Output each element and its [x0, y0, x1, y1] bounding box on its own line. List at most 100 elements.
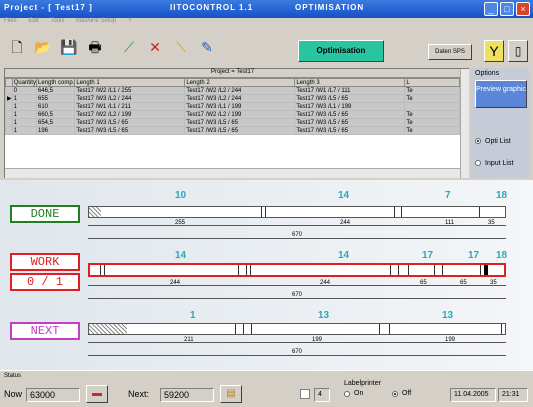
delete-cut-icon[interactable]: ✕	[144, 36, 166, 58]
work-dim-1: 244	[170, 280, 181, 286]
menu-files[interactable]: Files	[4, 18, 17, 24]
maximize-icon[interactable]: □	[500, 2, 514, 16]
done-num-1: 10	[175, 190, 187, 201]
grid-project-title: Project = Test17	[5, 69, 460, 78]
close-icon[interactable]: ×	[516, 2, 530, 16]
next-dim-2: 199	[312, 337, 323, 343]
print-icon[interactable]: 🖶	[84, 36, 106, 58]
work-num-4: 17	[468, 250, 480, 261]
next-bar	[88, 323, 506, 335]
labelprinter-label: Labelprinter	[344, 380, 381, 387]
next-dim-1: 211	[184, 337, 194, 343]
done-label: DONE	[10, 205, 80, 223]
profile-icon[interactable]: ⟍	[170, 36, 192, 58]
done-dim-2: 244	[340, 220, 351, 226]
next-total: 670	[292, 349, 303, 355]
time-value: 21:31	[498, 388, 528, 402]
on-label: On	[354, 390, 364, 397]
next-label: NEXT	[10, 322, 80, 340]
minimize-icon[interactable]: _	[484, 2, 498, 16]
app-name: IITOCONTROL 1.1	[170, 3, 254, 12]
done-num-4: 18	[496, 190, 508, 201]
new-file-icon[interactable]: 🗋	[6, 36, 28, 58]
optimisation-button[interactable]: Optimisation	[298, 40, 384, 62]
table-row[interactable]: 0 646,5 Test17 /W2 /L1 / 255 Test17 /W2 /L2…	[5, 86, 460, 95]
input-list-radio[interactable]	[475, 160, 481, 166]
opti-list-label: Opti List	[485, 138, 511, 145]
off-label: Off	[402, 390, 412, 397]
work-num-5: 18	[496, 250, 508, 261]
daten-sps-button[interactable]: Daten SPS	[428, 44, 472, 60]
done-total: 670	[292, 232, 303, 238]
edit-profile-icon[interactable]: ✎	[196, 36, 218, 58]
table-row[interactable]: 1 654,5 Test17 /W3 /L5 / 65 Test17 /W3 /L5 …	[5, 118, 460, 127]
work-num-3: 17	[422, 250, 434, 261]
options-title: Options	[475, 70, 500, 77]
table-row[interactable]: 1 660,5 Test17 /W2 /L2 / 199 Test17 /W2 /L2…	[5, 110, 460, 119]
cutting-graphic-area: DONE 10 14 7 18 255 244 111 35 670 WORK …	[0, 180, 533, 370]
done-num-2: 14	[338, 190, 350, 201]
menu-tools[interactable]: Tools	[50, 18, 64, 24]
done-dim-3: 111	[445, 220, 455, 226]
work-dim-4: 65	[460, 280, 467, 286]
table-header: Quantity Length comp. Length 1 Length 2 …	[5, 78, 460, 87]
status-bar: Status Now 63000 ▬ Next: 59200 ▤ 4 Label…	[0, 370, 533, 407]
work-counter: 0 / 1	[10, 273, 80, 291]
work-dim-3: 65	[420, 280, 427, 286]
col-quantity: Quantity	[11, 78, 37, 87]
cut-table: Quantity Length comp. Length 1 Length 2 …	[5, 78, 460, 135]
exit-icon[interactable]: ▯	[508, 40, 528, 62]
filter-icon[interactable]: Y	[484, 40, 504, 62]
saw-next-icon[interactable]: ▤	[220, 385, 242, 403]
next-num-3: 13	[442, 310, 454, 321]
printer-on-radio[interactable]	[344, 391, 350, 397]
table-row[interactable]: 1 196 Test17 /W3 /L5 / 65 Test17 /W3 /L5 / …	[5, 126, 460, 135]
horizontal-scrollbar[interactable]	[5, 168, 460, 178]
open-folder-icon[interactable]: 📂	[32, 36, 54, 58]
work-num-2: 14	[338, 250, 350, 261]
work-bar	[88, 263, 506, 277]
now-label: Now	[4, 389, 23, 399]
project-grid: Project = Test17 Quantity Length comp. L…	[4, 68, 469, 178]
menu-edit[interactable]: Edit	[28, 18, 38, 24]
table-row[interactable]: ▶ 1 655 Test17 /W3 /L2 / 244 Test17 /W3 /L2 …	[5, 94, 460, 103]
preview-graphic-button[interactable]: Preview graphic	[475, 80, 527, 108]
next-num-1: 1	[190, 310, 196, 321]
save-icon[interactable]: 💾	[58, 36, 80, 58]
work-total: 670	[292, 292, 303, 298]
input-list-label: Input List	[485, 160, 514, 167]
window-title: Project - [ Test17 ]	[4, 3, 93, 12]
col-length2: Length 2	[184, 78, 296, 87]
vertical-scrollbar[interactable]	[460, 69, 469, 178]
now-value: 63000	[26, 388, 80, 402]
table-row[interactable]: 1 610 Test17 /W1 /L1 / 211 Test17 /W3 /L1 /…	[5, 102, 460, 111]
next-status-label: Next:	[128, 389, 150, 399]
title-bar: Project - [ Test17 ] IITOCONTROL 1.1 OPT…	[0, 0, 533, 18]
count-checkbox[interactable]	[300, 389, 310, 399]
menu-machine-setup[interactable]: Machine Setup	[76, 18, 116, 24]
col-l: L	[404, 78, 460, 87]
mode-name: OPTIMISATION	[295, 3, 365, 12]
saw-icon[interactable]: ⟋	[118, 36, 140, 58]
work-dim-5: 35	[490, 280, 497, 286]
done-dim-4: 35	[488, 220, 495, 226]
work-label: WORK	[10, 253, 80, 271]
opti-list-radio[interactable]	[475, 138, 481, 144]
menu-help[interactable]: ?	[128, 18, 131, 24]
next-dim-3: 199	[445, 337, 456, 343]
work-num-1: 14	[175, 250, 187, 261]
col-length-comp: Length comp.	[35, 78, 76, 87]
col-length1: Length 1	[74, 78, 186, 87]
next-value: 59200	[160, 388, 214, 402]
col-length3: Length 3	[294, 78, 406, 87]
toolbar: 🗋 📂 💾 🖶 ⟋ ✕ ⟍ ✎ Optimisation Daten SPS Y…	[0, 28, 533, 66]
done-bar	[88, 206, 506, 218]
saw-now-icon[interactable]: ▬	[86, 385, 108, 403]
next-num-2: 13	[318, 310, 330, 321]
date-value: 11.04.2005	[450, 388, 496, 402]
options-panel: Options Preview graphic Opti List Input …	[471, 68, 529, 178]
printer-off-radio[interactable]	[392, 391, 398, 397]
work-dim-2: 244	[320, 280, 331, 286]
done-dim-1: 255	[175, 220, 186, 226]
done-num-3: 7	[445, 190, 451, 201]
